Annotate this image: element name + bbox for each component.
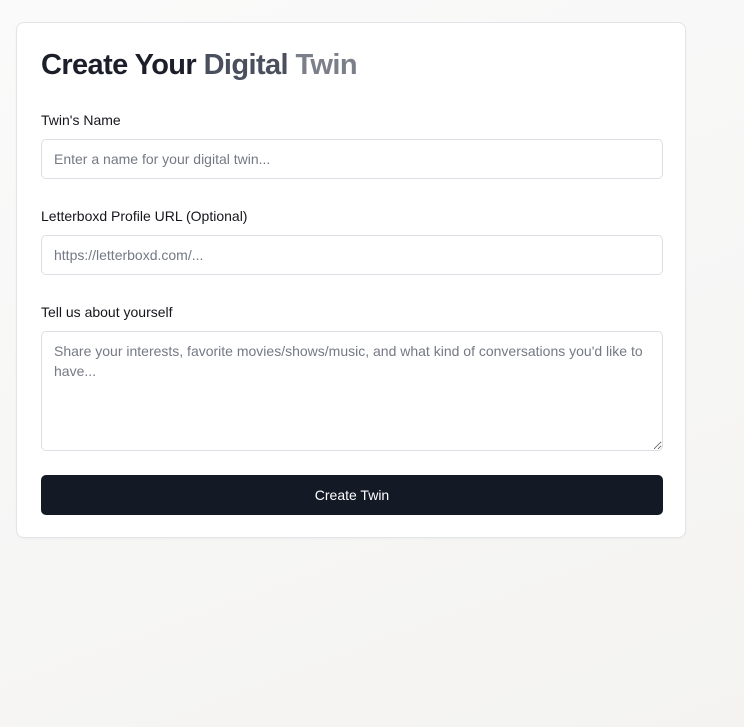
letterboxd-url-input[interactable] (41, 235, 663, 275)
page-title: Create Your Digital Twin (41, 47, 358, 83)
twin-name-label: Twin's Name (41, 112, 121, 128)
title-part-digital: Digital (203, 49, 289, 81)
title-part-create-your: Create Your (41, 49, 204, 81)
letterboxd-url-label: Letterboxd Profile URL (Optional) (41, 208, 248, 224)
about-yourself-label: Tell us about yourself (41, 304, 173, 320)
twin-name-input[interactable] (41, 139, 663, 179)
title-part-twin: Twin (288, 49, 357, 81)
create-twin-card: Create Your Digital Twin Twin's Name Let… (16, 22, 686, 538)
create-twin-button[interactable]: Create Twin (41, 475, 663, 515)
about-yourself-textarea[interactable] (41, 331, 663, 451)
